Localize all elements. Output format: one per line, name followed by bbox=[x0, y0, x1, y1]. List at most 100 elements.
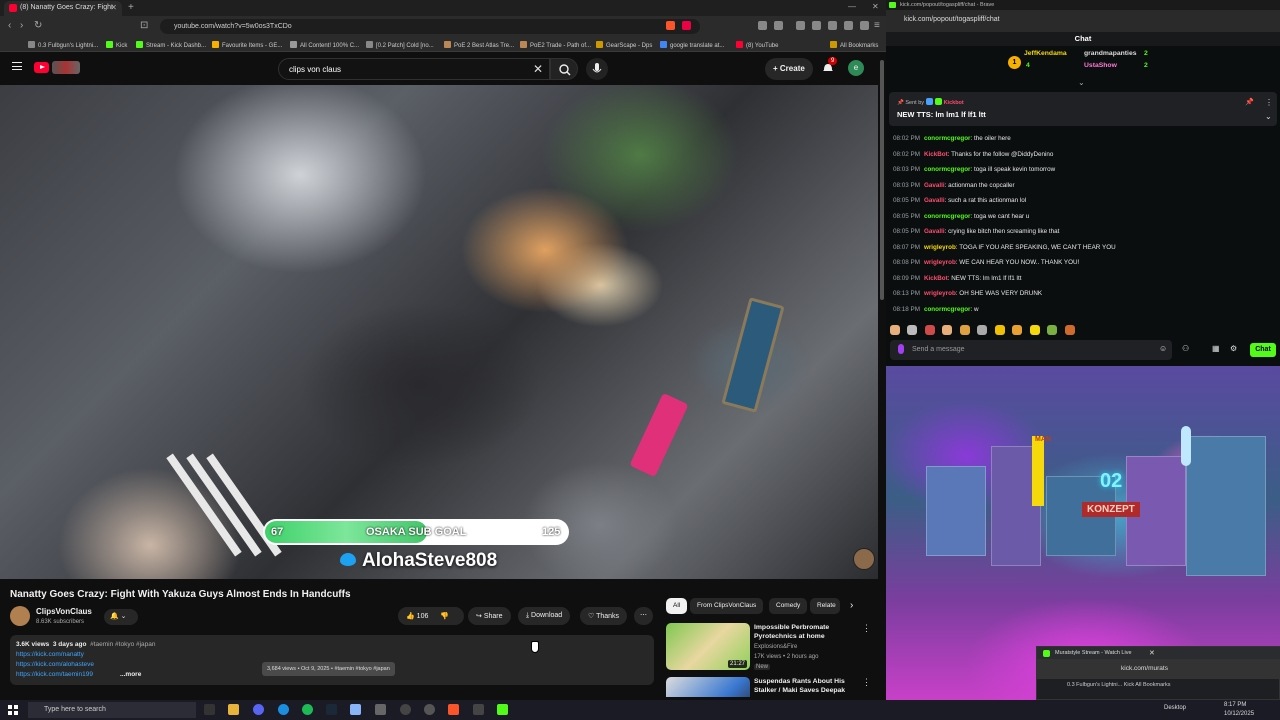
youtube-logo-icon[interactable] bbox=[34, 62, 49, 73]
bookmark-item[interactable]: 0.3 Fulbgun's Lightni... bbox=[28, 41, 98, 49]
chat-username[interactable]: wrigleyrob bbox=[924, 259, 956, 266]
brave-rewards-icon[interactable] bbox=[682, 21, 691, 30]
bookmark-item[interactable]: Kick bbox=[106, 41, 127, 49]
recommended-video[interactable]: 21:27 Impossible Perbromate Pyrotechnics… bbox=[666, 623, 876, 673]
sidebar-icon[interactable] bbox=[812, 21, 821, 30]
forward-icon[interactable]: › bbox=[20, 20, 23, 31]
thanks-button[interactable]: ♡ Thanks bbox=[580, 607, 628, 625]
more-options-icon[interactable]: ⋮ bbox=[862, 677, 871, 688]
show-more-link[interactable]: ...more bbox=[120, 671, 141, 678]
chat-username[interactable]: wrigleyrob bbox=[924, 244, 956, 251]
account-avatar[interactable]: e bbox=[848, 60, 864, 76]
bookmark-item[interactable]: Stream - Kick Dashb... bbox=[136, 41, 206, 49]
menu-icon[interactable]: ≡ bbox=[874, 20, 880, 31]
all-bookmarks[interactable]: All Bookmarks bbox=[830, 41, 878, 49]
bookmark-item[interactable]: [0.2 Patch] Cold [no... bbox=[366, 41, 434, 49]
chat-username[interactable]: conormcgregor bbox=[924, 135, 971, 142]
dislike-button[interactable]: 👎 bbox=[440, 613, 449, 620]
subscribe-bell-button[interactable]: 🔔 ⌄ bbox=[104, 609, 138, 625]
emote-icon[interactable] bbox=[907, 325, 918, 335]
browser-tab-youtube[interactable]: (8) Nanatty Goes Crazy: Fight ✕ bbox=[4, 1, 122, 16]
page-scrollbar[interactable] bbox=[880, 60, 884, 300]
send-chat-button[interactable]: Chat bbox=[1250, 343, 1276, 357]
expand-leaderboard-icon[interactable]: ⌄ bbox=[1078, 78, 1085, 87]
chat-settings-icon[interactable]: ⚙ bbox=[1230, 344, 1237, 353]
brave-shield-icon[interactable] bbox=[666, 21, 675, 30]
pinned-options-icon[interactable]: ⋮ bbox=[1265, 98, 1273, 107]
leaderboard-name[interactable]: UstaShow bbox=[1084, 62, 1117, 69]
leaderboard-name[interactable]: grandmapanties bbox=[1084, 50, 1137, 57]
popout-tab[interactable]: Muratstyle Stream - Watch Live ✕ bbox=[1037, 647, 1280, 659]
video-description[interactable]: 3.6K views 3 days ago #taemin #tokyo #ja… bbox=[10, 635, 654, 685]
app-icon[interactable] bbox=[375, 704, 386, 715]
chat-gift-icon[interactable]: ▦ bbox=[1212, 344, 1220, 353]
vpn-icon[interactable] bbox=[860, 21, 869, 30]
brave-browser-icon[interactable] bbox=[448, 704, 459, 715]
emote-icon[interactable] bbox=[959, 325, 970, 335]
obs-icon[interactable] bbox=[400, 704, 411, 715]
description-link[interactable]: https://kick.com/nanatty bbox=[16, 651, 84, 658]
create-button[interactable]: + Create bbox=[765, 58, 813, 80]
bookmark-item[interactable]: google translate at... bbox=[660, 41, 724, 49]
chat-message-input[interactable]: Send a message bbox=[890, 340, 1172, 360]
task-view-icon[interactable] bbox=[204, 704, 215, 715]
bookmark-item[interactable]: PoE2 Trade - Path of... bbox=[520, 41, 591, 49]
pin-icon[interactable]: 📌 bbox=[1245, 98, 1254, 106]
extension-icon[interactable] bbox=[774, 21, 783, 30]
more-options-icon[interactable]: ⋮ bbox=[862, 623, 871, 634]
extension-icon[interactable] bbox=[828, 21, 837, 30]
chip-related[interactable]: Relate bbox=[810, 598, 840, 614]
emote-icon[interactable] bbox=[1012, 325, 1023, 335]
reload-icon[interactable]: ↻ bbox=[34, 20, 42, 31]
emote-icon[interactable] bbox=[1047, 325, 1058, 335]
app-icon[interactable] bbox=[473, 704, 484, 715]
extension-icon[interactable] bbox=[796, 21, 805, 30]
like-button[interactable]: 👍 106 bbox=[406, 613, 428, 620]
discord-icon[interactable] bbox=[253, 704, 264, 715]
emoji-picker-icon[interactable]: ☺ bbox=[1159, 344, 1167, 353]
wallet-icon[interactable] bbox=[844, 21, 853, 30]
chip-from-channel[interactable]: From ClipsVonClaus bbox=[690, 598, 764, 614]
description-link[interactable]: https://kick.com/taemin199 bbox=[16, 671, 93, 678]
close-window-icon[interactable]: ✕ bbox=[872, 2, 879, 11]
video-thumbnail[interactable] bbox=[666, 677, 750, 697]
clock-time[interactable]: 8:17 PM bbox=[1224, 702, 1246, 708]
emote-icon[interactable] bbox=[924, 325, 935, 335]
app-icon[interactable] bbox=[278, 704, 289, 715]
bookmark-icon[interactable]: ⊡ bbox=[140, 20, 148, 31]
bookmark-item[interactable]: Favourite Items - GE... bbox=[212, 41, 282, 49]
extension-icon[interactable] bbox=[758, 21, 767, 30]
emote-icon[interactable] bbox=[942, 325, 953, 335]
steam-icon[interactable] bbox=[326, 704, 337, 715]
chat-username[interactable]: conormcgregor bbox=[924, 306, 971, 313]
chat-username[interactable]: wrigleyrob bbox=[924, 290, 956, 297]
chat-users-icon[interactable]: ⚇ bbox=[1182, 344, 1189, 353]
clock-date[interactable]: 10/12/2025 bbox=[1224, 711, 1254, 717]
app-icon[interactable] bbox=[350, 704, 361, 715]
emote-icon[interactable] bbox=[977, 325, 988, 335]
channel-avatar[interactable] bbox=[10, 606, 30, 626]
bookmark-item[interactable]: All Content! 100% C... bbox=[290, 41, 359, 49]
leaderboard-name[interactable]: JeffKendama bbox=[1024, 50, 1067, 57]
chat-username[interactable]: conormcgregor bbox=[924, 166, 971, 173]
bookmark-item[interactable]: PoE 2 Best Atlas Tre... bbox=[444, 41, 514, 49]
url-field[interactable]: youtube.com/watch?v=5w0os3TxCDo bbox=[160, 19, 700, 34]
taskbar-search-input[interactable]: Type here to search bbox=[28, 702, 196, 718]
recommended-video[interactable]: Suspendas Rants About His Stalker / Maki… bbox=[666, 677, 876, 697]
chat-username[interactable]: Gavalli bbox=[924, 197, 945, 204]
desktop-toolbar[interactable]: Desktop bbox=[1164, 705, 1186, 711]
emote-icon[interactable] bbox=[1064, 325, 1075, 335]
kick-stream-video[interactable]: MAN 02 KONZEPT Muratstyle Stream - Watch… bbox=[886, 366, 1280, 700]
youtube-doodle-logo[interactable] bbox=[52, 61, 80, 74]
chat-username[interactable]: KickBot bbox=[924, 151, 948, 158]
chat-username[interactable]: Gavalli bbox=[924, 228, 945, 235]
emote-icon[interactable] bbox=[994, 325, 1005, 335]
clear-search-icon[interactable]: ✕ bbox=[533, 62, 543, 76]
bookmark-item[interactable]: (8) YouTube bbox=[736, 41, 778, 49]
share-button[interactable]: ↪ Share bbox=[468, 607, 511, 625]
search-input[interactable]: clips von claus bbox=[278, 58, 550, 80]
chat-username[interactable]: Gavalli bbox=[924, 182, 945, 189]
spotify-icon[interactable] bbox=[302, 704, 313, 715]
channel-name[interactable]: ClipsVonClaus bbox=[36, 607, 92, 616]
app-icon[interactable] bbox=[424, 704, 435, 715]
